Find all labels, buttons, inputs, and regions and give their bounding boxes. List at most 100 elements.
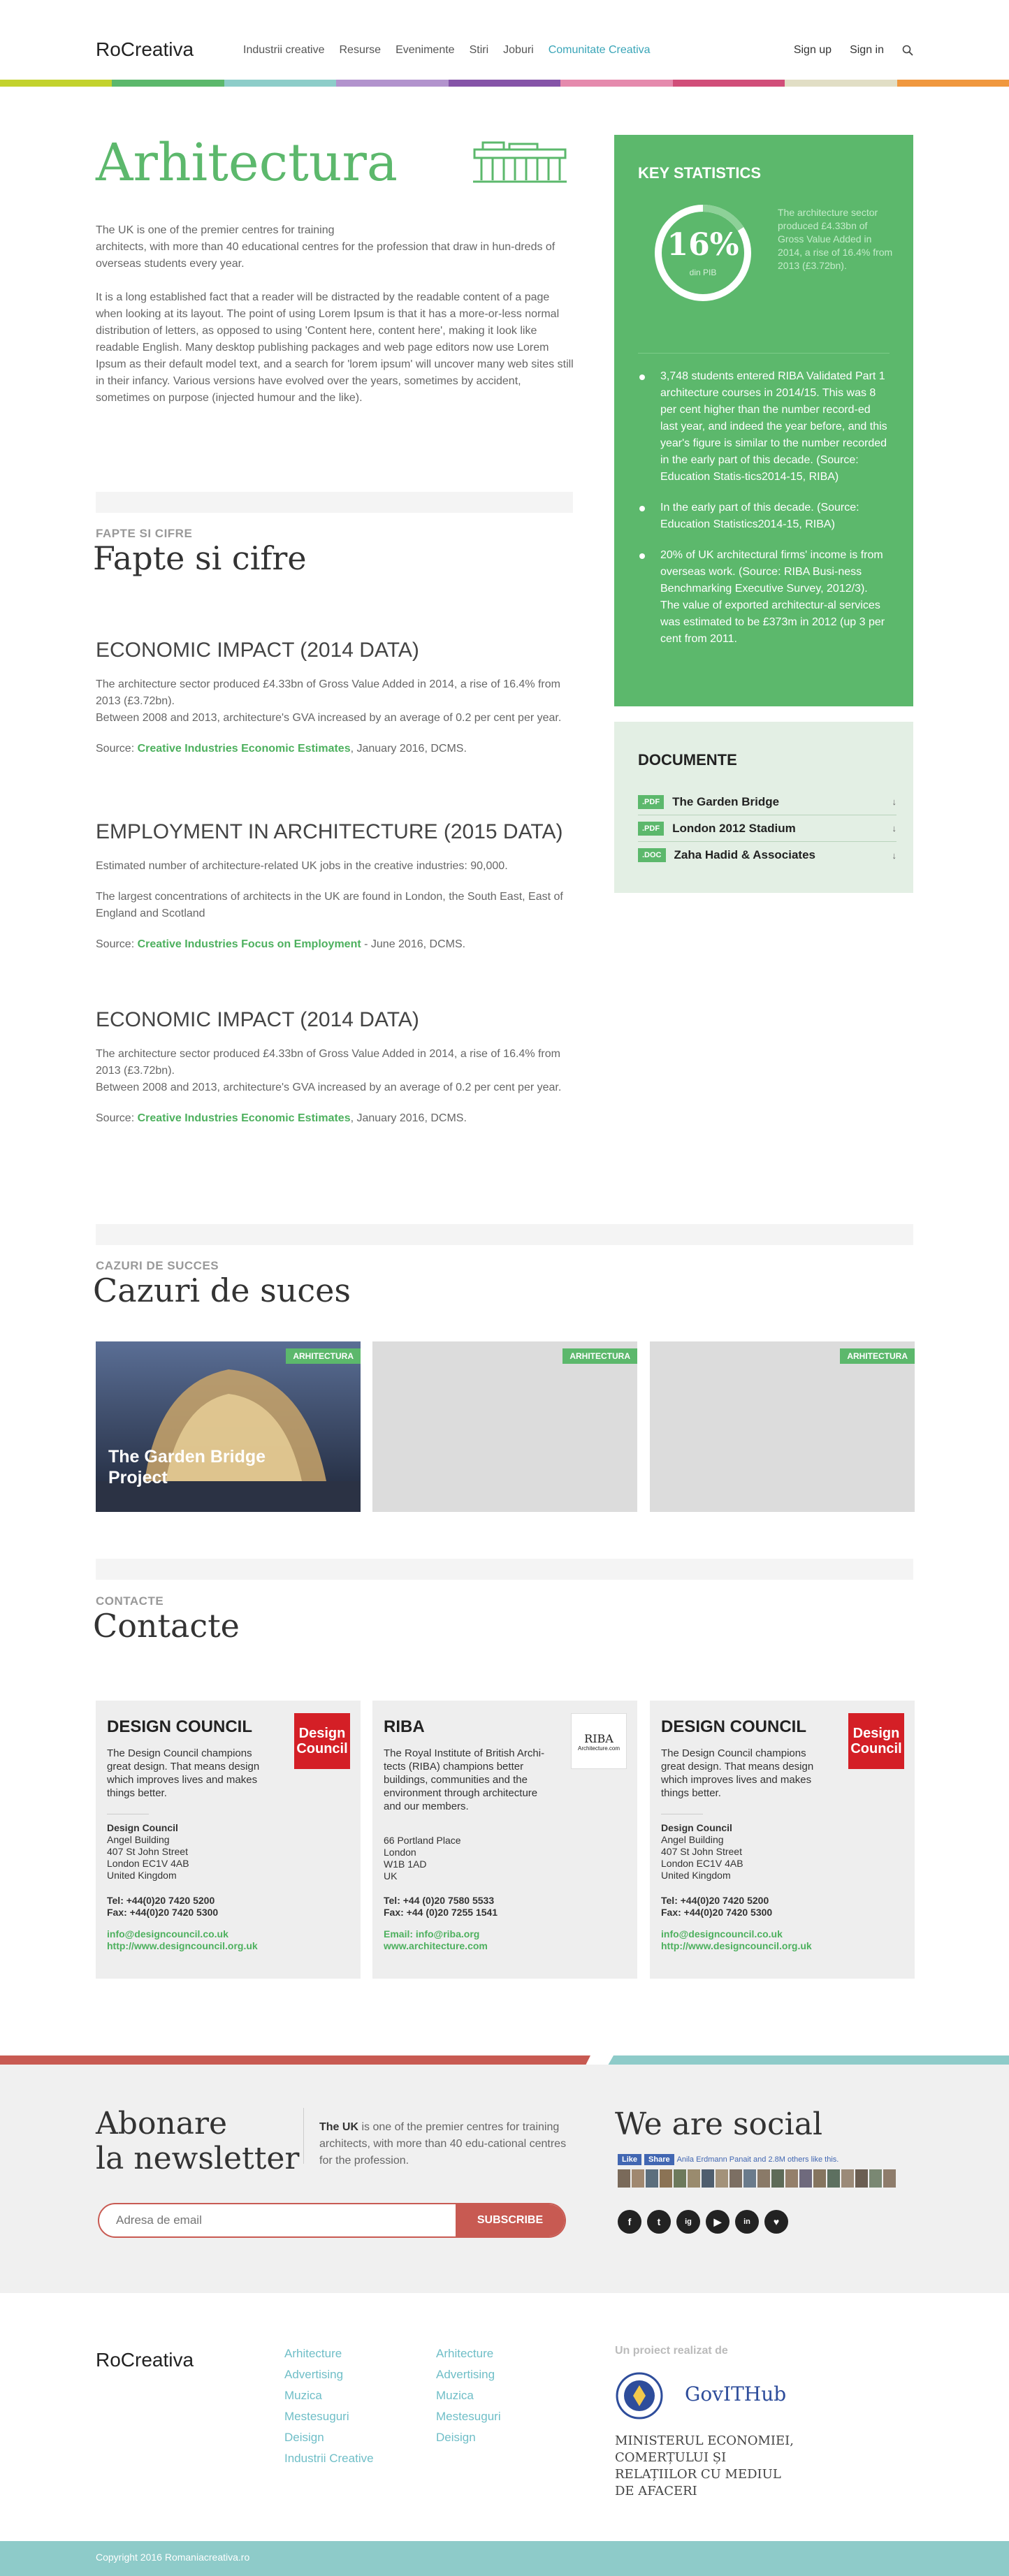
footer-link[interactable]: Mestesuguri [436,2406,501,2427]
document-item[interactable]: .DOC Zaha Hadid & Associates ↓ [638,842,897,868]
contact-phone: Tel: +44(0)20 7420 5200 Fax: +44(0)20 742… [661,1895,773,1918]
contact-website[interactable]: http://www.designcouncil.org.uk [661,1940,812,1951]
document-name: Zaha Hadid & Associates [674,848,816,861]
stats-title: KEY STATISTICS [638,164,762,182]
footer-link[interactable]: Muzica [284,2385,374,2406]
signin-link[interactable]: Sign in [850,44,884,57]
color-stripe [0,80,1009,87]
documents-list: .PDF The Garden Bridge ↓ .PDF London 201… [638,789,897,868]
design-council-logo: Design Council [848,1713,904,1769]
document-item[interactable]: .PDF London 2012 Stadium ↓ [638,815,897,842]
footer-link[interactable]: Arhitecture [284,2343,374,2364]
copyright-text: Copyright 2016 Romaniacreativa.ro [96,2552,250,2563]
download-icon[interactable]: ↓ [892,850,897,861]
contact-email[interactable]: info@designcouncil.co.uk [661,1928,783,1940]
color-stripe-segment [672,80,785,87]
file-type-badge: .PDF [638,821,665,836]
footer-logo[interactable]: RoCreativa [96,2349,194,2371]
facts-text: Between 2008 and 2013, architecture's GV… [96,712,562,724]
facebook-icon[interactable]: f [618,2210,641,2234]
signup-link[interactable]: Sign up [794,44,832,57]
instagram-icon[interactable]: ig [676,2210,700,2234]
fb-avatar [841,2169,854,2188]
subscribe-button[interactable]: SUBSCRIBE [456,2204,565,2236]
site-logo[interactable]: RoCreativa [96,38,194,61]
fb-share-button[interactable]: Share [644,2154,674,2165]
facts-source: Source: Creative Industries Economic Est… [96,1112,467,1124]
footer-link[interactable]: Deisign [436,2427,501,2448]
copyright-bar: Copyright 2016 Romaniacreativa.ro [0,2541,1009,2576]
contact-website[interactable]: www.architecture.com [384,1940,488,1951]
footer-link[interactable]: Mestesuguri [284,2406,374,2427]
nav-item-industrii[interactable]: Industrii creative [243,44,325,57]
nav-item-resurse[interactable]: Resurse [340,44,382,57]
social-icons: f t ig ▶ in ♥ [618,2210,788,2234]
contacts-eyebrow: CONTACTE [96,1594,164,1608]
design-council-logo: Design Council [294,1713,350,1769]
main-content: Arhitectura The UK is one of the premier… [96,133,578,407]
contact-card: RIBA RIBA Architecture.com The Royal Inst… [372,1701,637,1979]
fb-avatar [757,2169,770,2188]
color-stripe-segment [897,80,1009,87]
fb-avatar [702,2169,714,2188]
fb-avatar [771,2169,784,2188]
contact-website[interactable]: http://www.designcouncil.org.uk [107,1940,258,1951]
email-input[interactable] [99,2204,456,2236]
facts-text: Estimated number of architecture-related… [96,860,508,872]
color-stripe-segment [448,80,561,87]
footer-links-col-2: Arhitecture Advertising Muzica Mestesugu… [436,2343,501,2448]
nav-item-stiri[interactable]: Stiri [470,44,489,57]
youtube-icon[interactable]: ▶ [706,2210,729,2234]
fb-avatar [813,2169,826,2188]
newsletter-title: Abonare la newsletter [96,2106,300,2176]
contact-links: info@designcouncil.co.uk http://www.desig… [107,1928,258,1952]
header-actions: Sign up Sign in [794,44,913,57]
source-link[interactable]: Creative Industries Economic Estimates [138,743,351,755]
facts-title-2: EMPLOYMENT IN ARCHITECTURE (2015 DATA) [96,820,563,843]
category-badge: ARHITECTURA [840,1348,915,1364]
heart-icon[interactable]: ♥ [764,2210,788,2234]
govithub-logo: GovITHub [685,2382,787,2406]
facts-source: Source: Creative Industries Focus on Emp… [96,938,466,950]
color-stripe-segment [336,80,449,87]
footer-link[interactable]: Arhitecture [436,2343,501,2364]
case-card[interactable]: ARHITECTURA [650,1341,915,1512]
facts-text: The architecture sector produced £4.33bn… [96,1048,560,1077]
site-header: RoCreativa Industrii creative Resurse Ev… [0,0,1009,87]
social-title: We are social [615,2106,823,2142]
download-icon[interactable]: ↓ [892,823,897,834]
nav-item-comunitate[interactable]: Comunitate Creativa [549,44,651,57]
fb-avatar [660,2169,672,2188]
section-separator [96,492,573,513]
site-footer: RoCreativa Arhitecture Advertising Muzic… [0,2293,1009,2541]
case-card[interactable]: ARHITECTURA The Garden Bridge Project [96,1341,361,1512]
footer-link[interactable]: Advertising [284,2364,374,2385]
fb-avatar [729,2169,742,2188]
download-icon[interactable]: ↓ [892,796,897,807]
intro-paragraph-1: The UK is one of the premier centres for… [96,224,556,270]
document-item[interactable]: .PDF The Garden Bridge ↓ [638,789,897,815]
source-link[interactable]: Creative Industries Economic Estimates [138,1112,351,1124]
documents-panel: DOCUMENTE .PDF The Garden Bridge ↓ .PDF … [614,722,913,893]
twitter-icon[interactable]: t [647,2210,671,2234]
footer-link[interactable]: Industrii Creative [284,2448,374,2469]
fb-like-button[interactable]: Like [618,2154,642,2165]
nav-item-joburi[interactable]: Joburi [503,44,534,57]
linkedin-icon[interactable]: in [735,2210,759,2234]
stats-side-text: The architecture sector produced £4.33bn… [778,207,893,271]
nav-item-evenimente[interactable]: Evenimente [395,44,455,57]
footer-link[interactable]: Muzica [436,2385,501,2406]
ministry-name: MINISTERUL ECONOMIEI, COMERȚULUI ȘI RELA… [615,2433,794,2498]
contact-description: The Design Council champions great desig… [107,1747,260,1799]
contact-email[interactable]: info@designcouncil.co.uk [107,1928,228,1940]
source-link[interactable]: Creative Industries Focus on Employment [138,938,361,950]
footer-links-col-1: Arhitecture Advertising Muzica Mestesugu… [284,2343,374,2469]
file-type-badge: .PDF [638,794,665,809]
footer-link[interactable]: Advertising [436,2364,501,2385]
footer-link[interactable]: Deisign [284,2427,374,2448]
contact-address: 66 Portland Place London W1B 1AD UK [384,1835,461,1882]
contact-email[interactable]: Email: info@riba.org [384,1928,479,1940]
case-card[interactable]: ARHITECTURA [372,1341,637,1512]
search-icon[interactable] [902,45,913,56]
case-title: The Garden Bridge Project [108,1447,266,1487]
